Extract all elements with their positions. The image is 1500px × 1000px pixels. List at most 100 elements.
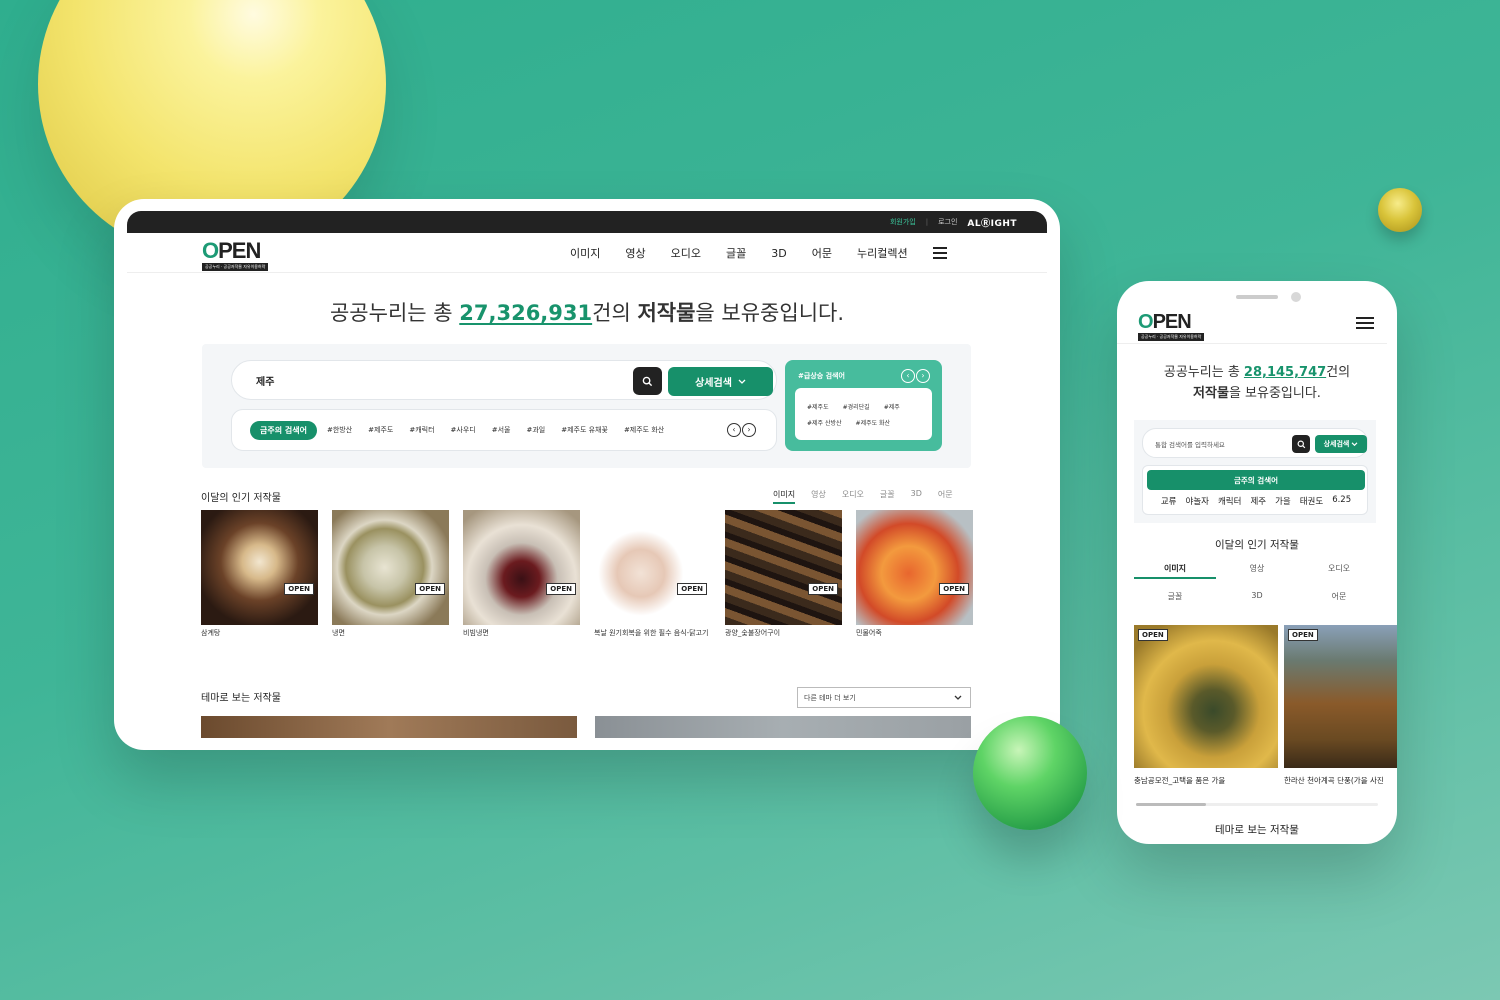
chevron-left-icon[interactable]: ‹ bbox=[727, 423, 741, 437]
nav-item-audio[interactable]: 오디오 bbox=[671, 245, 701, 261]
rising-tag[interactable]: #제주 산방산 bbox=[807, 418, 842, 427]
detail-search-button[interactable]: 상세검색 bbox=[668, 367, 773, 396]
keyword-tag[interactable]: #제주도 bbox=[368, 425, 393, 435]
keyword-tag-list: #한방산 #제주도 #캐릭터 #사우디 #서울 #과일 #제주도 유채꽃 #제주… bbox=[327, 425, 664, 435]
decorative-gold-sphere bbox=[1378, 188, 1422, 232]
tab-language[interactable]: 어문 bbox=[938, 489, 953, 504]
theme-select[interactable]: 다른 테마 더 보기 bbox=[797, 687, 971, 708]
keyword-tag[interactable]: #과일 bbox=[526, 425, 545, 435]
popular-item[interactable]: OPEN 한라산 천아계곡 단풍(가을 사진 bbox=[1284, 625, 1397, 786]
thumbnail-caption: 민물어죽 bbox=[856, 629, 882, 637]
scrollbar-thumb[interactable] bbox=[1136, 803, 1206, 806]
hamburger-menu-icon[interactable] bbox=[1356, 317, 1374, 329]
open-license-badge: OPEN bbox=[939, 583, 969, 595]
rising-keywords-title: #급상승 검색어 bbox=[798, 372, 845, 380]
thumbnail-caption: 냉면 bbox=[332, 629, 345, 637]
keyword-tag[interactable]: #제주도 유채꽃 bbox=[561, 425, 608, 435]
rising-tag[interactable]: #제주도 bbox=[807, 402, 829, 411]
work-count: 27,326,931 bbox=[459, 301, 593, 325]
login-link[interactable]: 로그인 bbox=[938, 217, 957, 227]
tab-video[interactable]: 영상 bbox=[811, 489, 826, 504]
nav-item-video[interactable]: 영상 bbox=[625, 245, 645, 261]
popular-item[interactable]: OPEN 삼계탕 bbox=[201, 510, 318, 639]
decorative-green-sphere bbox=[973, 716, 1087, 830]
keyword-tag[interactable]: #사우디 bbox=[451, 425, 476, 435]
tab-font[interactable]: 글꼴 bbox=[880, 489, 895, 504]
popular-tabs: 이미지 영상 오디오 글꼴 3D 어문 bbox=[773, 489, 953, 504]
rising-tag[interactable]: #제주 bbox=[884, 402, 900, 411]
search-input[interactable]: 제주 bbox=[256, 373, 274, 388]
search-button[interactable] bbox=[633, 367, 662, 395]
rising-tag[interactable]: #제주도 화산 bbox=[856, 418, 891, 427]
keyword-tag[interactable]: 교류 bbox=[1161, 495, 1177, 507]
popular-item[interactable]: OPEN 복날 원기회복을 위한 필수 음식-닭고기 bbox=[594, 510, 711, 639]
nav-item-font[interactable]: 글꼴 bbox=[726, 245, 746, 261]
divider bbox=[1117, 343, 1387, 344]
keyword-tag[interactable]: #캐릭터 bbox=[409, 425, 434, 435]
tab-video[interactable]: 영상 bbox=[1216, 563, 1298, 579]
keyword-tag[interactable]: 가을 bbox=[1275, 495, 1291, 507]
tab-image[interactable]: 이미지 bbox=[773, 489, 796, 504]
popular-item[interactable]: OPEN 민물어죽 bbox=[856, 510, 973, 639]
theme-section-title: 테마로 보는 저작물 bbox=[201, 693, 281, 704]
popular-item[interactable]: OPEN 충남공모전_고택을 품은 가을 bbox=[1134, 625, 1278, 786]
thumbnail-image: OPEN bbox=[201, 510, 318, 625]
keyword-tag[interactable]: #한방산 bbox=[327, 425, 352, 435]
search-button[interactable] bbox=[1292, 435, 1310, 453]
horizontal-scrollbar[interactable] bbox=[1136, 803, 1378, 806]
open-license-badge: OPEN bbox=[808, 583, 838, 595]
rising-tag-list: #제주도 #경리단길 #제주 #제주 산방산 #제주도 화산 bbox=[795, 388, 932, 440]
chevron-right-icon[interactable]: › bbox=[916, 369, 930, 383]
detail-search-button[interactable]: 상세검색 bbox=[1315, 435, 1367, 453]
keyword-pager: ‹ › bbox=[727, 423, 756, 437]
thumbnail-image: OPEN bbox=[1134, 625, 1278, 768]
tab-image[interactable]: 이미지 bbox=[1134, 563, 1216, 579]
theme-image[interactable] bbox=[201, 716, 577, 738]
weekly-keywords: 금주의 검색어 #한방산 #제주도 #캐릭터 #사우디 #서울 #과일 #제주도… bbox=[231, 409, 777, 451]
popular-item[interactable]: OPEN 비빔냉면 bbox=[463, 510, 580, 639]
open-license-badge: OPEN bbox=[284, 583, 314, 595]
thumbnail-caption: 복날 원기회복을 위한 필수 음식-닭고기 bbox=[594, 629, 709, 637]
top-utility-bar: 회원가입 | 로그인 ALⓇIGHT bbox=[127, 211, 1047, 233]
tab-3d[interactable]: 3D bbox=[911, 489, 922, 504]
chevron-right-icon[interactable]: › bbox=[742, 423, 756, 437]
keyword-tag[interactable]: 캐릭터 bbox=[1218, 495, 1241, 507]
tablet-mockup: 회원가입 | 로그인 ALⓇIGHT OPEN 공공누리 · 공공저작물 자유이… bbox=[114, 199, 1060, 750]
tab-audio[interactable]: 오디오 bbox=[1298, 563, 1380, 579]
open-license-badge: OPEN bbox=[415, 583, 445, 595]
signup-link[interactable]: 회원가입 bbox=[890, 217, 916, 227]
weekly-keywords-badge: 금주의 검색어 bbox=[250, 420, 317, 440]
popular-item[interactable]: OPEN 냉면 bbox=[332, 510, 449, 639]
keyword-tag[interactable]: 태권도 bbox=[1300, 495, 1323, 507]
popular-item[interactable]: OPEN 광양_숯불장어구이 bbox=[725, 510, 842, 639]
rising-tag[interactable]: #경리단길 bbox=[843, 402, 870, 411]
nav-item-language[interactable]: 어문 bbox=[812, 245, 832, 261]
nav-item-image[interactable]: 이미지 bbox=[570, 245, 600, 261]
popular-section-title: 이달의 인기 저작물 bbox=[1215, 539, 1299, 551]
tab-language[interactable]: 어문 bbox=[1298, 591, 1380, 602]
nav-item-collection[interactable]: 누리컬렉션 bbox=[857, 245, 908, 261]
nav-item-3d[interactable]: 3D bbox=[771, 247, 786, 260]
keyword-tag[interactable]: #제주도 화산 bbox=[624, 425, 664, 435]
keyword-tag[interactable]: 제주 bbox=[1250, 495, 1266, 507]
tab-3d[interactable]: 3D bbox=[1216, 591, 1298, 602]
popular-thumbnail-list: OPEN 충남공모전_고택을 품은 가을 OPEN 한라산 천아계곡 단풍(가을… bbox=[1134, 625, 1397, 786]
open-license-badge: OPEN bbox=[546, 583, 576, 595]
popular-thumbnail-list: OPEN 삼계탕 OPEN 냉면 OPEN 비빔냉면 OPEN 복날 원기회복을… bbox=[201, 510, 973, 639]
phone-camera bbox=[1291, 292, 1301, 302]
keyword-tag[interactable]: 6.25 bbox=[1332, 495, 1351, 507]
chevron-left-icon[interactable]: ‹ bbox=[901, 369, 915, 383]
keyword-tag[interactable]: #서울 bbox=[492, 425, 511, 435]
open-logo[interactable]: OPEN 공공누리 · 공공저작물 자유이용허락 bbox=[1138, 312, 1205, 341]
theme-image[interactable] bbox=[595, 716, 971, 738]
chevron-down-icon bbox=[954, 695, 962, 700]
keyword-tag[interactable]: 야놀자 bbox=[1186, 495, 1209, 507]
work-count: 28,145,747 bbox=[1243, 365, 1327, 380]
hamburger-menu-icon[interactable] bbox=[932, 247, 947, 259]
search-input[interactable]: 통합 검색어를 입력하세요 bbox=[1155, 439, 1225, 449]
alright-logo[interactable]: ALⓇIGHT bbox=[967, 216, 1017, 229]
open-logo[interactable]: OPEN 공공누리 · 공공저작물 자유이용허락 bbox=[202, 240, 269, 271]
weekly-keywords-badge: 금주의 검색어 bbox=[1147, 470, 1365, 490]
tab-audio[interactable]: 오디오 bbox=[842, 489, 864, 504]
tab-font[interactable]: 글꼴 bbox=[1134, 591, 1216, 602]
